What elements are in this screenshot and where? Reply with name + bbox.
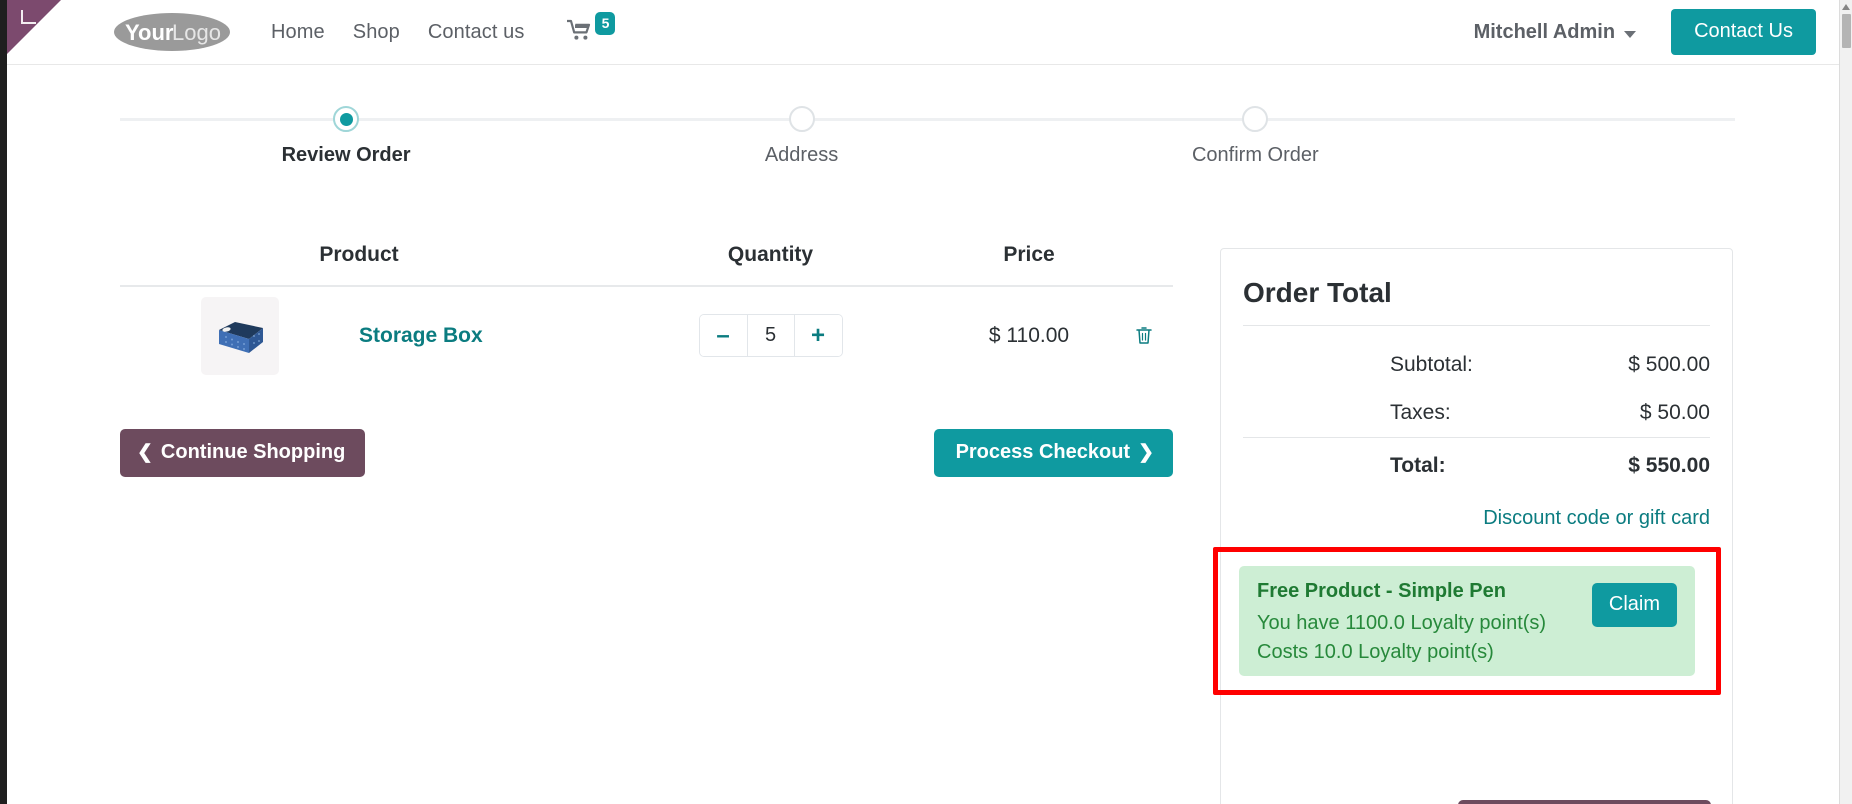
chevron-right-icon: ❯ [1138,442,1154,463]
quantity-stepper: – + [698,314,843,357]
scrollbar-thumb[interactable] [1842,14,1851,48]
stepper-label-review-order: Review Order [281,144,411,166]
order-total-card: Order Total Subtotal: $ 500.00 Taxes: $ … [1220,248,1733,804]
quantity-decrement-button[interactable]: – [699,315,747,356]
cart-table-container: Product Quantity Price Storage Box – 5 +… [120,243,1173,384]
stepper-dot-confirm-order [1242,106,1269,132]
loyalty-reward-title: Free Product - Simple Pen [1257,580,1506,602]
order-total-value: $ 550.00 [1628,454,1710,477]
svg-text:Your: Your [125,20,174,45]
column-header-actions [1115,243,1173,287]
main-navigation: Home Shop Contact us [257,21,538,44]
cart-table-head: Product Quantity Price [120,243,1173,287]
page-scrollbar[interactable] [1839,0,1852,804]
order-subtotal-row: Subtotal: $ 500.00 [1243,341,1710,389]
quantity-increment-button[interactable]: + [794,315,842,356]
discount-code-link[interactable]: Discount code or gift card [1483,507,1710,529]
nav-link-home[interactable]: Home [257,21,339,44]
nav-link-shop[interactable]: Shop [339,21,414,44]
stepper-step-confirm-order[interactable]: Confirm Order [1125,106,1385,167]
shopping-cart-icon [567,19,593,46]
stepper-step-review-order[interactable]: Review Order [216,106,476,167]
scrollbar-up-arrow-icon[interactable] [1842,4,1850,10]
order-taxes-label: Taxes: [1390,401,1451,424]
process-checkout-button[interactable]: Process Checkout ❯ [933,429,1173,477]
order-taxes-value: $ 50.00 [1639,401,1710,424]
stepper-dot-review-order [333,106,360,132]
stepper-dot-inner [795,113,808,126]
user-name-label: Mitchell Admin [1473,20,1616,43]
nav-link-contact-us[interactable]: Contact us [414,21,539,44]
continue-shopping-label: Continue Shopping [160,441,346,463]
loyalty-points-cost: Costs 10.0 Loyalty point(s) [1257,641,1494,663]
continue-shopping-button[interactable]: ❮ Continue Shopping [120,429,366,477]
claim-reward-button[interactable]: Claim [1591,583,1677,627]
column-header-price: Price [943,243,1115,287]
checkout-stepper: Review Order Address Confirm Order [120,106,1735,186]
proceed-to-checkout-container: Proceed to Checkout ❯ [1220,800,1733,804]
stepper-dot-inner [339,112,353,126]
proceed-to-checkout-button[interactable]: Proceed to Checkout ❯ [1458,800,1711,804]
cart-row-price: $ 110.00 [943,286,1115,384]
order-total-lines: Subtotal: $ 500.00 Taxes: $ 50.00 Total:… [1243,326,1710,490]
storage-box-thumbnail[interactable] [200,296,279,375]
stepper-label-confirm-order: Confirm Order [1191,144,1319,166]
delete-line-button[interactable] [1132,322,1156,349]
cart-row-product-name[interactable]: Storage Box [359,286,598,384]
stepper-label-address: Address [764,144,839,166]
contact-us-button[interactable]: Contact Us [1671,9,1816,55]
loyalty-reward-text: Free Product - Simple Pen You have 1100.… [1257,580,1546,667]
cart-table-header-row: Product Quantity Price [120,243,1173,287]
cart-button[interactable]: 5 [567,11,617,46]
header-right-group: Mitchell Admin Contact Us [1474,9,1839,55]
left-edge-strip [0,0,7,804]
order-total-title: Order Total [1243,271,1710,326]
cart-row-delete-cell [1115,286,1173,384]
column-header-product: Product [120,243,598,287]
discount-row: Discount code or gift card [1243,490,1710,530]
trash-icon [1136,326,1152,344]
user-menu[interactable]: Mitchell Admin [1473,20,1637,44]
column-header-quantity: Quantity [598,243,943,287]
table-row: Storage Box – + $ 110.00 [120,286,1173,384]
cart-row-quantity-cell: – + [598,286,943,384]
order-subtotal-label: Subtotal: [1390,353,1473,376]
cart-row-thumbnail-cell [120,286,359,384]
order-grand-total-row: Total: $ 550.00 [1243,437,1710,490]
quantity-input[interactable] [746,315,795,356]
order-total-label: Total: [1390,454,1446,477]
svg-text:Logo: Logo [172,20,221,45]
cart-table: Product Quantity Price Storage Box – 5 +… [120,243,1173,384]
stepper-step-address[interactable]: Address [672,106,932,167]
cart-action-buttons: ❮ Continue Shopping Process Checkout ❯ [120,429,1173,477]
page-root: Your Logo Home Shop Contact us 5 Mitchel… [0,0,1852,804]
order-taxes-row: Taxes: $ 50.00 [1243,389,1710,437]
site-header: Your Logo Home Shop Contact us 5 Mitchel… [7,0,1839,65]
cart-table-body: Storage Box – + $ 110.00 [120,286,1173,384]
chevron-down-icon [1624,30,1637,38]
loyalty-points-available: You have 1100.0 Loyalty point(s) [1257,612,1547,634]
site-logo[interactable]: Your Logo [110,10,234,54]
stepper-dot-address [788,106,815,132]
cart-count-badge: 5 [595,11,616,35]
process-checkout-label: Process Checkout [955,441,1131,463]
order-subtotal-value: $ 500.00 [1628,353,1710,376]
page-content: Review Order Address Confirm Order Produ… [7,65,1839,804]
stepper-dot-inner [1249,113,1262,126]
loyalty-reward-box: Free Product - Simple Pen You have 1100.… [1239,566,1695,676]
chevron-left-icon: ❮ [137,442,153,463]
